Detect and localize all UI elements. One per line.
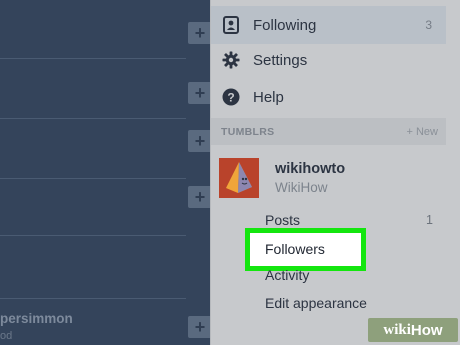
divider — [0, 118, 186, 119]
following-icon — [221, 15, 241, 35]
gear-icon — [221, 50, 241, 70]
menu-item-settings[interactable]: Settings — [211, 42, 446, 78]
tumblrs-section-header: TUMBLRS + New — [211, 118, 446, 145]
blog-link-activity[interactable]: Activity — [265, 267, 309, 283]
follow-button[interactable]: + — [188, 82, 212, 104]
followers-label: Followers — [265, 241, 325, 257]
blog-title: WikiHow — [275, 180, 328, 195]
account-menu: Following 3 Settings ? Help TUMBLRS + Ne… — [210, 0, 460, 345]
divider — [0, 235, 186, 236]
blog-name: wikihowto — [275, 161, 346, 177]
menu-item-following[interactable]: Following 3 — [211, 6, 446, 44]
watermark-part: wiki — [383, 321, 411, 338]
blog-link-posts[interactable]: Posts — [265, 212, 300, 228]
menu-item-label: Following — [253, 16, 317, 34]
blog-link-followers[interactable]: Followers — [245, 228, 366, 271]
menu-item-label: Settings — [253, 51, 308, 69]
follow-button[interactable]: + — [188, 130, 212, 152]
wikihow-watermark: wiki How — [368, 318, 458, 342]
following-count: 3 — [425, 18, 432, 32]
watermark-part: How — [410, 321, 443, 339]
blog-link-edit-appearance[interactable]: Edit appearance — [265, 295, 367, 311]
recommended-blog-subtitle: od — [0, 330, 13, 342]
new-tumblr-link[interactable]: + New — [407, 126, 439, 138]
follow-button[interactable]: + — [188, 316, 212, 338]
divider — [0, 178, 186, 179]
section-title: TUMBLRS — [221, 125, 275, 138]
follow-button[interactable]: + — [188, 186, 212, 208]
dashboard-background: + + + + + persimmon od — [0, 0, 212, 345]
blog-entry[interactable]: wikihowto WikiHow — [219, 158, 345, 198]
divider — [0, 298, 186, 299]
help-icon: ? — [221, 87, 241, 107]
menu-item-label: Help — [253, 88, 284, 106]
menu-item-help[interactable]: ? Help — [211, 79, 446, 115]
svg-text:?: ? — [227, 91, 234, 105]
posts-count: 1 — [426, 213, 433, 227]
recommended-blog-name[interactable]: persimmon — [0, 311, 73, 326]
follow-button[interactable]: + — [188, 22, 212, 44]
divider — [0, 58, 186, 59]
pyramid-avatar-icon — [219, 158, 259, 198]
